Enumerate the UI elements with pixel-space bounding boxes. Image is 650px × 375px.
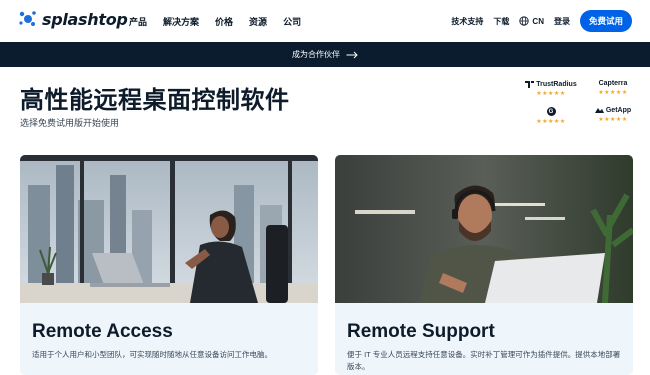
page-subtitle: 选择免费试用版开始使用 xyxy=(20,118,120,128)
rating-source: TrustRadius xyxy=(536,80,577,88)
remote-support-card[interactable]: Remote Support 便于 IT 专业人员远程支持任意设备。实时补丁管理… xyxy=(335,155,633,375)
language-code: CN xyxy=(532,16,544,26)
card-body: Remote Support 便于 IT 专业人员远程支持任意设备。实时补丁管理… xyxy=(335,303,633,375)
logo-text: splashtop xyxy=(42,9,128,29)
nav-support-link[interactable]: 技术支持 xyxy=(451,16,483,27)
language-selector[interactable]: CN xyxy=(519,16,544,26)
partner-banner[interactable]: 成为合作伙伴 xyxy=(0,42,650,67)
card-title: Remote Support xyxy=(347,321,495,342)
ratings-panel: TrustRadius ★★★★★ Capterra ★★★★★ G ★★★★★… xyxy=(520,80,644,125)
page-title: 高性能远程桌面控制软件 xyxy=(20,87,290,114)
top-nav: splashtop 产品 解决方案 价格 资源 公司 技术支持 下载 CN 登录… xyxy=(0,0,650,42)
rating-getapp[interactable]: GetApp ★★★★★ xyxy=(582,107,644,125)
star-rating: ★★★★★ xyxy=(536,91,566,97)
trustradius-icon xyxy=(525,81,535,88)
star-rating: ★★★★★ xyxy=(598,117,628,123)
rating-trustradius[interactable]: TrustRadius ★★★★★ xyxy=(520,80,582,97)
rating-g2[interactable]: G ★★★★★ xyxy=(520,107,582,125)
star-rating: ★★★★★ xyxy=(598,90,628,96)
nav-item-resources[interactable]: 资源 xyxy=(249,15,267,28)
nav-item-products[interactable]: 产品 xyxy=(129,15,147,28)
nav-item-solutions[interactable]: 解决方案 xyxy=(163,15,199,28)
arrow-right-icon xyxy=(346,51,358,58)
remote-support-photo xyxy=(335,155,633,303)
nav-item-pricing[interactable]: 价格 xyxy=(215,15,233,28)
rating-capterra[interactable]: Capterra ★★★★★ xyxy=(582,80,644,97)
getapp-icon xyxy=(594,108,604,113)
banner-text: 成为合作伙伴 xyxy=(292,50,340,59)
card-body: Remote Access 适用于个人用户和小型团队，可实现随时随地从任意设备访… xyxy=(20,303,318,375)
g2-icon: G xyxy=(546,107,556,116)
rating-source: Capterra xyxy=(598,80,628,87)
rating-source: GetApp xyxy=(605,107,632,114)
free-trial-button[interactable]: 免费试用 xyxy=(579,10,632,32)
card-description: 适用于个人用户和小型团队，可实现随时随地从任意设备访问工作电脑。 xyxy=(32,350,272,359)
remote-access-card[interactable]: Remote Access 适用于个人用户和小型团队，可实现随时随地从任意设备访… xyxy=(20,155,318,375)
main-menu: 产品 解决方案 价格 资源 公司 xyxy=(129,15,301,28)
card-title: Remote Access xyxy=(32,321,173,342)
nav-download-link[interactable]: 下载 xyxy=(493,16,509,27)
star-rating: ★★★★★ xyxy=(536,119,566,125)
nav-item-company[interactable]: 公司 xyxy=(283,15,301,28)
remote-access-photo xyxy=(20,155,318,303)
nav-right: 技术支持 下载 CN 登录 免费试用 xyxy=(451,10,632,32)
card-description: 便于 IT 专业人员远程支持任意设备。实时补丁管理可作为插件提供。提供本地部署版… xyxy=(347,350,621,371)
login-link[interactable]: 登录 xyxy=(554,16,570,27)
splash-logo-icon xyxy=(19,11,36,26)
splashtop-logo[interactable]: splashtop xyxy=(18,9,128,29)
globe-icon xyxy=(519,16,530,26)
